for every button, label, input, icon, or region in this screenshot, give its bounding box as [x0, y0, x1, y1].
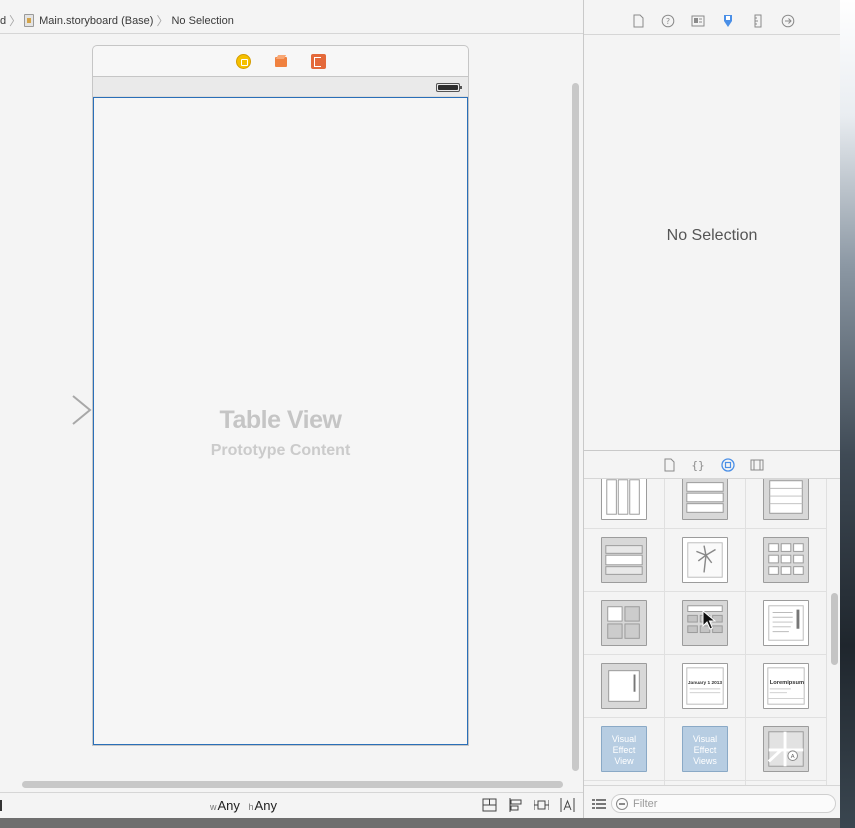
identity-inspector-icon[interactable] — [691, 14, 705, 28]
date-picker-icon: January 1 2013 — [682, 663, 728, 709]
window-bottom-edge — [0, 818, 840, 828]
table-view-controller-icon — [682, 479, 728, 520]
media-library-icon[interactable] — [750, 458, 764, 472]
library-item-text-view[interactable] — [746, 592, 827, 655]
library-item-table-view-cell[interactable] — [584, 529, 665, 592]
file-inspector-icon[interactable] — [631, 14, 645, 28]
table-cell-icon — [601, 537, 647, 583]
svg-text:January 1 2013: January 1 2013 — [688, 680, 723, 686]
width-prefix: w — [210, 802, 217, 812]
library-item-table-view-controller[interactable] — [665, 479, 746, 529]
library-item-view[interactable] — [584, 655, 665, 718]
connections-inspector-icon[interactable] — [781, 14, 795, 28]
quick-help-icon[interactable]: ? — [661, 14, 675, 28]
size-class-selector[interactable]: wAny hAny — [210, 798, 277, 813]
crumb-label: Main.storyboard (Base) — [39, 14, 154, 27]
exit-icon[interactable] — [311, 54, 326, 69]
visual-effect-views-icon: Visual Effect Views — [682, 726, 728, 772]
chevron-right-icon: 〉 — [156, 14, 169, 28]
horizontal-scrollbar[interactable] — [0, 778, 569, 792]
library-item-collection-view-controller[interactable] — [584, 592, 665, 655]
jump-bar: d 〉 Main.storyboard (Base) 〉 No Selectio… — [0, 8, 583, 34]
svg-text:?: ? — [666, 17, 670, 26]
library-item-visual-effect-views[interactable]: Visual Effect Views — [665, 718, 746, 781]
library-item-visual-effect-view[interactable]: Visual Effect View — [584, 718, 665, 781]
scene-dock — [92, 45, 469, 76]
view-controller-icon[interactable] — [236, 54, 251, 69]
svg-text:{}: {} — [691, 459, 704, 472]
jumpbar-crumb-selection[interactable]: No Selection — [171, 15, 233, 27]
split-view-icon — [601, 479, 647, 520]
table-view-subtitle: Prototype Content — [210, 442, 351, 459]
height-value: Any — [254, 798, 277, 813]
filter-field[interactable] — [611, 794, 836, 813]
storyboard-editor: d 〉 Main.storyboard (Base) 〉 No Selectio… — [0, 0, 583, 818]
text-view-icon — [763, 600, 809, 646]
code-snippet-icon[interactable]: {} — [691, 458, 705, 472]
first-responder-icon[interactable] — [274, 54, 289, 69]
desktop-background — [840, 0, 855, 828]
stack-icon[interactable] — [482, 798, 497, 812]
library-item-split-view-controller[interactable] — [584, 479, 665, 529]
vertical-scroll-thumb[interactable] — [572, 83, 579, 771]
chevron-right-icon: 〉 — [9, 14, 22, 28]
library-scroll-thumb[interactable] — [831, 593, 838, 665]
align-icon[interactable] — [508, 798, 523, 812]
crumb-label: d — [0, 14, 7, 27]
view-icon — [601, 663, 647, 709]
file-template-icon[interactable] — [662, 458, 676, 472]
collection-grid-icon — [601, 600, 647, 646]
storyboard-file-icon — [24, 14, 35, 27]
library-item-image-view[interactable] — [665, 529, 746, 592]
visual-effect-view-icon: Visual Effect View — [601, 726, 647, 772]
library-item-table-view[interactable] — [746, 479, 827, 529]
table-view-title: Table View — [219, 406, 342, 434]
library-filter-bar — [584, 785, 840, 819]
jumpbar-crumb-storyboard[interactable]: Main.storyboard (Base) — [24, 14, 153, 27]
height-prefix: h — [248, 802, 254, 812]
mouse-pointer-icon — [702, 610, 716, 630]
view-controller-scene[interactable]: Table View Prototype Content — [92, 76, 469, 746]
visual-effect-view-label: Visual Effect View — [611, 734, 637, 766]
object-library-grid: January 1 2013 Loremipsum Visual Effect … — [584, 479, 828, 785]
library-scrollbar[interactable] — [829, 479, 841, 785]
map-kit-view-icon: A — [763, 726, 809, 772]
resolve-auto-layout-icon[interactable] — [560, 798, 575, 812]
battery-icon — [436, 83, 462, 92]
no-selection-label: No Selection — [666, 227, 758, 244]
object-library-icon[interactable] — [721, 458, 735, 472]
library-item-map-kit-view[interactable]: A — [746, 718, 827, 781]
library-item-label[interactable]: Loremipsum — [746, 655, 827, 718]
width-value: Any — [217, 798, 240, 813]
svg-text:A: A — [791, 754, 795, 760]
attributes-inspector-icon[interactable] — [721, 14, 735, 28]
collection-view-icon — [763, 537, 809, 583]
horizontal-scroll-thumb[interactable] — [22, 781, 563, 788]
filter-icon — [616, 797, 628, 810]
svg-text:Loremipsum: Loremipsum — [770, 680, 804, 686]
table-view-icon — [763, 479, 809, 520]
library-item-collection-view[interactable] — [746, 529, 827, 592]
table-view[interactable]: Table View Prototype Content — [93, 97, 468, 745]
list-view-toggle-icon[interactable] — [592, 799, 606, 809]
document-outline-toggle-icon[interactable] — [0, 800, 2, 811]
crumb-label: No Selection — [171, 14, 234, 27]
pin-icon[interactable] — [533, 798, 550, 812]
initial-view-controller-arrow-icon[interactable] — [0, 395, 95, 425]
visual-effect-views-label: Visual Effect Views — [692, 734, 718, 766]
jumpbar-crumb-project[interactable]: d — [0, 15, 6, 27]
library-item-date-picker[interactable]: January 1 2013 — [665, 655, 746, 718]
vertical-scrollbar[interactable] — [569, 35, 582, 778]
library-panel: {} January 1 2013 Loremipsum Visual Effe… — [583, 450, 840, 818]
size-inspector-icon[interactable] — [751, 14, 765, 28]
filter-input[interactable] — [633, 797, 823, 810]
editor-bottom-bar: wAny hAny — [0, 792, 583, 818]
inspector-panel: ? No Selection — [583, 0, 840, 450]
label-preview-icon: Loremipsum — [763, 663, 809, 709]
image-view-icon — [682, 537, 728, 583]
inspector-tab-bar: ? — [584, 8, 840, 35]
simulated-status-bar — [93, 77, 468, 97]
library-tab-bar: {} — [584, 451, 840, 479]
